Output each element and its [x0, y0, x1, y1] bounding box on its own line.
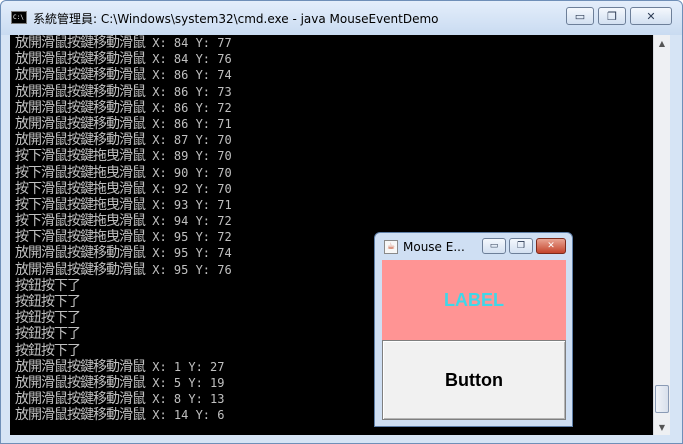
console-line: 按下滑鼠按鍵拖曳滑鼠 X: 90 Y: 70	[15, 165, 232, 181]
console-line: 放開滑鼠按鍵移動滑鼠 X: 84 Y: 77	[15, 35, 232, 51]
console-line: 按下滑鼠按鍵拖曳滑鼠 X: 93 Y: 71	[15, 197, 232, 213]
console-line-text: 按鈕按下了	[15, 342, 81, 359]
cmd-maximize-button[interactable]: ❐	[598, 7, 626, 25]
console-line-text: 放開滑鼠按鍵移動滑鼠	[15, 67, 146, 84]
console-line: 按鈕按下了	[15, 343, 232, 359]
console-lines: 放開滑鼠按鍵移動滑鼠 X: 84 Y: 77 放開滑鼠按鍵移動滑鼠 X: 84 Y…	[15, 35, 232, 424]
cmd-minimize-button[interactable]: ▭	[566, 7, 594, 25]
console-line-text: 按下滑鼠按鍵拖曳滑鼠	[15, 196, 146, 213]
console-line-text: 放開滑鼠按鍵移動滑鼠	[15, 358, 146, 375]
console-line: 按下滑鼠按鍵拖曳滑鼠 X: 95 Y: 72	[15, 229, 232, 245]
console-line: 放開滑鼠按鍵移動滑鼠 X: 5 Y: 19	[15, 375, 232, 391]
console-line: 放開滑鼠按鍵移動滑鼠 X: 95 Y: 76	[15, 262, 232, 278]
scroll-down-arrow-icon[interactable]: ▼	[654, 419, 670, 435]
console-line-coords: X: 95 Y: 74	[145, 246, 232, 261]
maximize-icon: ❐	[516, 241, 526, 251]
console-line-text: 放開滑鼠按鍵移動滑鼠	[15, 391, 146, 408]
cmd-titlebar[interactable]: C:\ 系統管理員: C:\Windows\system32\cmd.exe -…	[1, 1, 682, 35]
scroll-up-arrow-icon[interactable]: ▲	[654, 35, 670, 51]
console-line-text: 按下滑鼠按鍵拖曳滑鼠	[15, 229, 146, 246]
console-line-coords: X: 86 Y: 74	[145, 68, 232, 83]
console-line-text: 按下滑鼠按鍵拖曳滑鼠	[15, 180, 146, 197]
console-line-text: 按下滑鼠按鍵拖曳滑鼠	[15, 148, 146, 165]
console-line-coords: X: 92 Y: 70	[145, 181, 232, 196]
console-line: 按鈕按下了	[15, 310, 232, 326]
console-line: 放開滑鼠按鍵移動滑鼠 X: 84 Y: 76	[15, 51, 232, 67]
console-line: 按下滑鼠按鍵拖曳滑鼠 X: 89 Y: 70	[15, 148, 232, 164]
java-label[interactable]: LABEL	[382, 260, 566, 340]
java-window-controls: ▭ ❐ ✕	[482, 238, 566, 254]
console-line: 按鈕按下了	[15, 294, 232, 310]
console-line-text: 放開滑鼠按鍵移動滑鼠	[15, 99, 146, 116]
java-close-button[interactable]: ✕	[536, 238, 566, 254]
console-line-text: 按鈕按下了	[15, 326, 81, 343]
console-line-coords: X: 8 Y: 13	[145, 392, 225, 407]
console-line: 按下滑鼠按鍵拖曳滑鼠 X: 94 Y: 72	[15, 213, 232, 229]
cmd-window: C:\ 系統管理員: C:\Windows\system32\cmd.exe -…	[0, 0, 683, 444]
console-line: 放開滑鼠按鍵移動滑鼠 X: 86 Y: 71	[15, 116, 232, 132]
console-line: 放開滑鼠按鍵移動滑鼠 X: 1 Y: 27	[15, 359, 232, 375]
java-window-title[interactable]: Mouse E...	[403, 240, 465, 254]
console-line-text: 按下滑鼠按鍵拖曳滑鼠	[15, 164, 146, 181]
console-line-text: 按鈕按下了	[15, 294, 81, 310]
console-line-text: 按鈕按下了	[15, 310, 81, 327]
console-icon: C:\	[11, 11, 27, 24]
console-line-coords: X: 86 Y: 71	[145, 116, 232, 131]
console-line-text: 放開滑鼠按鍵移動滑鼠	[15, 261, 146, 278]
console-scrollbar[interactable]: ▲ ▼	[653, 35, 670, 435]
cmd-close-button[interactable]: ✕	[630, 7, 672, 25]
minimize-icon: ▭	[489, 241, 499, 251]
console-line-coords: X: 86 Y: 72	[145, 100, 232, 115]
console-line: 按下滑鼠按鍵拖曳滑鼠 X: 92 Y: 70	[15, 181, 232, 197]
console-line-coords: X: 89 Y: 70	[145, 149, 232, 164]
console-line-coords: X: 95 Y: 76	[145, 262, 232, 277]
console-line: 放開滑鼠按鍵移動滑鼠 X: 14 Y: 6	[15, 407, 232, 423]
console-line-text: 放開滑鼠按鍵移動滑鼠	[15, 132, 146, 149]
java-maximize-button[interactable]: ❐	[509, 238, 533, 254]
console-line-coords: X: 90 Y: 70	[145, 165, 232, 180]
console-line-coords: X: 84 Y: 76	[145, 52, 232, 67]
console-line: 放開滑鼠按鍵移動滑鼠 X: 87 Y: 70	[15, 132, 232, 148]
minimize-icon: ▭	[574, 9, 586, 23]
console-line-coords: X: 14 Y: 6	[145, 408, 225, 423]
console-line: 放開滑鼠按鍵移動滑鼠 X: 95 Y: 74	[15, 245, 232, 261]
console-line: 按鈕按下了	[15, 326, 232, 342]
java-cup-icon: ☕	[384, 240, 398, 254]
console-line-text: 放開滑鼠按鍵移動滑鼠	[15, 407, 146, 424]
java-button[interactable]: Button	[382, 340, 566, 420]
console-line-coords: X: 95 Y: 72	[145, 230, 232, 245]
console-line-text: 放開滑鼠按鍵移動滑鼠	[15, 374, 146, 391]
console-line: 放開滑鼠按鍵移動滑鼠 X: 86 Y: 74	[15, 67, 232, 83]
console-line-text: 放開滑鼠按鍵移動滑鼠	[15, 51, 146, 68]
console-line-coords: X: 84 Y: 77	[145, 36, 232, 50]
console-line: 按鈕按下了	[15, 278, 232, 294]
console-line-text: 放開滑鼠按鍵移動滑鼠	[15, 35, 146, 51]
console-line-coords: X: 93 Y: 71	[145, 197, 232, 212]
console-line-coords: X: 5 Y: 19	[145, 375, 225, 390]
java-window: ☕ Mouse E... ▭ ❐ ✕ LABEL Button	[374, 232, 573, 427]
console-line-coords: X: 1 Y: 27	[145, 359, 225, 374]
console-line: 放開滑鼠按鍵移動滑鼠 X: 86 Y: 72	[15, 100, 232, 116]
scroll-thumb[interactable]	[655, 385, 669, 413]
console-line-coords: X: 86 Y: 73	[145, 84, 232, 99]
close-icon: ✕	[547, 241, 555, 251]
console-line-coords: X: 94 Y: 72	[145, 214, 232, 229]
console-line-coords: X: 87 Y: 70	[145, 133, 232, 148]
maximize-icon: ❐	[607, 9, 617, 23]
java-minimize-button[interactable]: ▭	[482, 238, 506, 254]
cmd-window-title: 系統管理員: C:\Windows\system32\cmd.exe - jav…	[33, 12, 439, 26]
console-line-text: 按鈕按下了	[15, 277, 81, 294]
console-line-text: 放開滑鼠按鍵移動滑鼠	[15, 245, 146, 262]
cmd-window-controls: ▭ ❐ ✕	[566, 7, 672, 25]
console-line-text: 按下滑鼠按鍵拖曳滑鼠	[15, 213, 146, 230]
console-line: 放開滑鼠按鍵移動滑鼠 X: 86 Y: 73	[15, 84, 232, 100]
console-line-text: 放開滑鼠按鍵移動滑鼠	[15, 115, 146, 132]
console-line-text: 放開滑鼠按鍵移動滑鼠	[15, 83, 146, 100]
close-icon: ✕	[646, 9, 656, 23]
console-line: 放開滑鼠按鍵移動滑鼠 X: 8 Y: 13	[15, 391, 232, 407]
